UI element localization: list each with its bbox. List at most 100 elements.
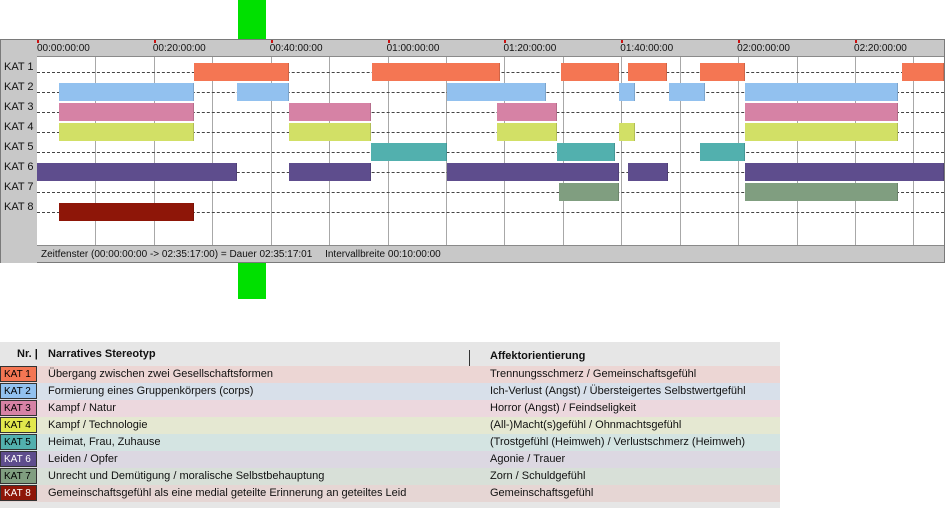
tick-label: 01:40:00:00 xyxy=(620,43,674,54)
category-badge: KAT 5 xyxy=(0,434,37,450)
status-interval-width: Intervallbreite 00:10:00:00 xyxy=(325,249,441,260)
segment-bar-kat-7[interactable] xyxy=(744,183,899,201)
row-gridline xyxy=(37,152,944,153)
category-badge: KAT 3 xyxy=(0,400,37,416)
affekt-text: Horror (Angst) / Feindseligkeit xyxy=(490,402,637,414)
header-nr: Nr. | xyxy=(17,348,38,360)
tick-mark xyxy=(387,40,390,43)
affekt-text: (Trostgefühl (Heimweh) / Verlustschmerz … xyxy=(490,436,746,448)
row-label: KAT 8 xyxy=(4,201,34,213)
legend-row: KAT 1 Übergang zwischen zwei Gesellschaft… xyxy=(0,366,780,383)
legend-row: KAT 3 Kampf / Natur Horror (Angst) / Feind… xyxy=(0,400,780,417)
segment-bar-kat-6[interactable] xyxy=(744,163,944,181)
row-label: KAT 4 xyxy=(4,121,34,133)
tick-mark xyxy=(855,40,858,43)
grid-line-vertical xyxy=(913,57,915,245)
segment-bar-kat-7[interactable] xyxy=(559,183,619,201)
tick-mark xyxy=(738,40,741,43)
category-row-labels: KAT 1 KAT 2 KAT 3 KAT 4 KAT 5 KAT 6 KAT 7 KAT 8 xyxy=(1,57,37,263)
segment-bar-kat-1[interactable] xyxy=(700,63,745,81)
segment-bar-kat-6[interactable] xyxy=(288,163,371,181)
grid-line-vertical xyxy=(329,57,331,245)
legend-table: Nr. | Narratives Stereotyp Affektorienti… xyxy=(0,342,780,508)
segment-bar-kat-5[interactable] xyxy=(700,143,745,161)
playhead-marker-bottom[interactable] xyxy=(238,263,266,299)
row-label: KAT 2 xyxy=(4,81,34,93)
status-bar: Zeitfenster (00:00:00:00 -> 02:35:17:00)… xyxy=(37,245,944,262)
stereotyp-text: Kampf / Technologie xyxy=(48,419,148,431)
header-affekt: Affektorientierung xyxy=(490,350,586,362)
segment-bar-kat-5[interactable] xyxy=(557,143,616,161)
affekt-text: (All-)Macht(s)gefühl / Ohnmachtsgefühl xyxy=(490,419,682,431)
stereotyp-text: Übergang zwischen zwei Gesellschaftsform… xyxy=(48,368,273,380)
legend-row: KAT 4 Kampf / Technologie (All-)Macht(s)ge… xyxy=(0,417,780,434)
time-ruler[interactable]: 00:00:00:00 00:20:00:00 00:40:00:00 01:00:0… xyxy=(37,40,944,57)
affekt-text: Zorn / Schuldgefühl xyxy=(490,470,586,482)
stereotyp-text: Heimat, Frau, Zuhause xyxy=(48,436,161,448)
header-stereotyp: Narratives Stereotyp xyxy=(48,348,156,360)
legend-row: KAT 7 Unrecht und Demütigung / moralische… xyxy=(0,468,780,485)
tick-label: 00:00:00:00 xyxy=(37,43,90,54)
category-badge: KAT 8 xyxy=(0,485,37,501)
timeline-plot[interactable] xyxy=(37,57,944,245)
row-label: KAT 7 xyxy=(4,181,34,193)
segment-bar-kat-1[interactable] xyxy=(371,63,500,81)
stereotyp-text: Unrecht und Demütigung / moralische Selb… xyxy=(48,470,325,482)
tick-label: 00:20:00:00 xyxy=(152,43,206,54)
row-label: KAT 6 xyxy=(4,161,34,173)
playhead-marker-top[interactable] xyxy=(238,0,266,39)
affekt-text: Ich-Verlust (Angst) / Übersteigertes Sel… xyxy=(490,385,746,397)
legend-row: KAT 5 Heimat, Frau, Zuhause (Trostgefühl (… xyxy=(0,434,780,451)
segment-bar-kat-3[interactable] xyxy=(59,103,195,121)
legend-row: KAT 2 Formierung eines Gruppenkörpers (co… xyxy=(0,383,780,400)
category-badge: KAT 6 xyxy=(0,451,37,467)
segment-bar-kat-4[interactable] xyxy=(496,123,558,141)
stereotyp-text: Kampf / Natur xyxy=(48,402,116,414)
stereotyp-text: Formierung eines Gruppenkörpers (corps) xyxy=(48,385,254,397)
category-badge: KAT 1 xyxy=(0,366,37,382)
legend-row: KAT 6 Leiden / Opfer Agonie / Trauer xyxy=(0,451,780,468)
segment-bar-kat-3[interactable] xyxy=(496,103,558,121)
category-badge: KAT 7 xyxy=(0,468,37,484)
segment-bar-kat-1[interactable] xyxy=(560,63,619,81)
segment-bar-kat-3[interactable] xyxy=(744,103,899,121)
grid-line-vertical xyxy=(212,57,214,245)
tick-mark xyxy=(621,40,624,43)
tick-label: 01:20:00:00 xyxy=(503,43,557,54)
segment-bar-kat-4[interactable] xyxy=(59,123,195,141)
segment-bar-kat-3[interactable] xyxy=(288,103,371,121)
tick-mark xyxy=(37,40,39,43)
tick-label: 02:20:00:00 xyxy=(854,43,907,54)
segment-bar-kat-4[interactable] xyxy=(618,123,635,141)
segment-bar-kat-6[interactable] xyxy=(628,163,669,181)
segment-bar-kat-4[interactable] xyxy=(288,123,371,141)
segment-bar-kat-8[interactable] xyxy=(59,203,195,221)
timeline-panel: 00:00:00:00 00:20:00:00 00:40:00:00 01:00:0… xyxy=(0,39,945,263)
category-badge: KAT 2 xyxy=(0,383,37,399)
tick-label: 02:00:00:00 xyxy=(737,43,790,54)
category-badge: KAT 4 xyxy=(0,417,37,433)
segment-bar-kat-1[interactable] xyxy=(628,63,668,81)
segment-bar-kat-2[interactable] xyxy=(446,83,546,101)
segment-bar-kat-1[interactable] xyxy=(193,63,289,81)
segment-bar-kat-2[interactable] xyxy=(618,83,635,101)
segment-bar-kat-5[interactable] xyxy=(370,143,447,161)
segment-bar-kat-4[interactable] xyxy=(744,123,899,141)
segment-bar-kat-2[interactable] xyxy=(59,83,195,101)
segment-bar-kat-6[interactable] xyxy=(446,163,619,181)
segment-bar-kat-2[interactable] xyxy=(744,83,899,101)
legend-row: KAT 8 Gemeinschaftsgefühl als eine medial… xyxy=(0,485,780,502)
tick-label: 00:40:00:00 xyxy=(269,43,323,54)
segment-bar-kat-6[interactable] xyxy=(37,163,237,181)
legend-header: Nr. | Narratives Stereotyp Affektorienti… xyxy=(0,342,780,366)
row-label: KAT 1 xyxy=(4,61,34,73)
segment-bar-kat-2[interactable] xyxy=(236,83,290,101)
segment-bar-kat-1[interactable] xyxy=(901,63,944,81)
segment-bar-kat-2[interactable] xyxy=(668,83,705,101)
tick-mark xyxy=(270,40,273,43)
stereotyp-text: Gemeinschaftsgefühl als eine medial gete… xyxy=(48,487,407,499)
affekt-text: Gemeinschaftsgefühl xyxy=(490,487,594,499)
tick-mark xyxy=(504,40,507,43)
tick-mark xyxy=(153,40,156,43)
stereotyp-text: Leiden / Opfer xyxy=(48,453,118,465)
